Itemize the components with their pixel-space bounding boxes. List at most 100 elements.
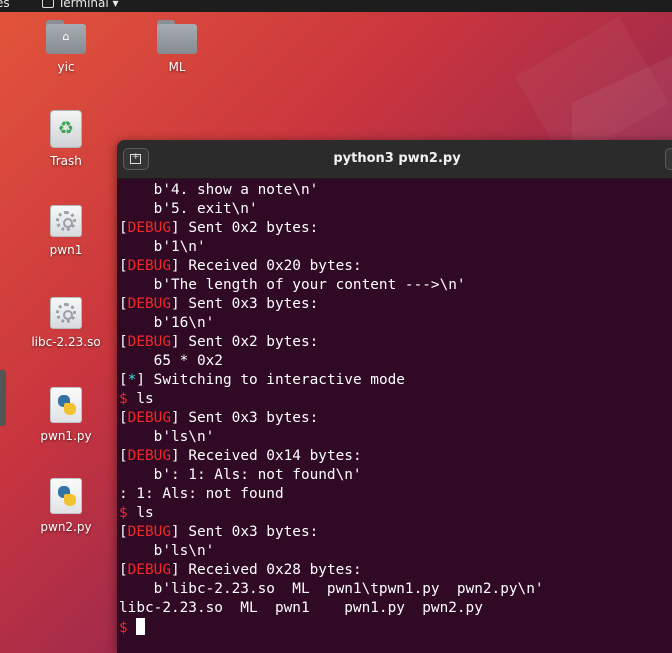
debug-tag: DEBUG — [127, 448, 171, 464]
desktop-icon-label: pwn1 — [49, 243, 83, 257]
line-text: Received 0x28 bytes: — [179, 562, 362, 578]
bracket: ] — [171, 296, 180, 312]
line-text: : 1: Als: not found — [119, 486, 284, 502]
terminal-line: [*] Switching to interactive mode — [119, 372, 405, 388]
terminal-line: libc-2.23.so ML pwn1 pwn1.py pwn2.py — [119, 599, 672, 618]
shell-prompt: $ — [119, 391, 128, 407]
line-text: 65 * 0x2 — [119, 353, 223, 369]
trash-icon: ♻ — [50, 110, 82, 148]
line-text: b'5. exit\n' — [119, 201, 258, 217]
python-file-icon — [50, 387, 82, 423]
line-text: ls — [127, 391, 154, 407]
shell-prompt: $ — [119, 505, 128, 521]
bracket: ] — [171, 448, 180, 464]
terminal-line: b'libc-2.23.so ML pwn1\tpwn1.py pwn2.py\… — [119, 580, 672, 599]
debug-tag: DEBUG — [127, 296, 171, 312]
desktop-icon-trash[interactable]: ♻ Trash — [21, 110, 111, 168]
bracket: ] — [171, 334, 180, 350]
debug-tag: DEBUG — [127, 258, 171, 274]
terminal-line: [DEBUG] Sent 0x2 bytes: — [119, 333, 672, 352]
debug-tag: DEBUG — [127, 334, 171, 350]
terminal-line: [DEBUG] Received 0x28 bytes: — [119, 561, 672, 580]
desktop-icon-libc[interactable]: libc-2.23.so — [21, 297, 111, 349]
line-text: b'1\n' — [119, 239, 206, 255]
line-text: Sent 0x3 bytes: — [179, 524, 319, 540]
line-text: ls — [127, 505, 154, 521]
folder-icon — [157, 20, 197, 54]
activities-button[interactable]: es — [0, 0, 10, 9]
line-text: Sent 0x3 bytes: — [179, 410, 319, 426]
terminal-header[interactable]: python3 pwn2.py — [117, 140, 672, 179]
app-menu-label: Terminal ▾ — [58, 0, 119, 10]
bracket: [ — [119, 220, 128, 236]
input-line[interactable]: $ — [119, 618, 672, 637]
line-text: b'16\n' — [119, 315, 215, 331]
terminal-line: [DEBUG] Sent 0x3 bytes: — [119, 523, 672, 542]
desktop-icon-pwn2-py[interactable]: pwn2.py — [21, 478, 111, 534]
debug-tag: DEBUG — [127, 524, 171, 540]
search-icon[interactable] — [665, 148, 672, 170]
bracket: ] — [171, 258, 180, 274]
line-text: b'4. show a note\n' — [119, 182, 319, 198]
app-menu[interactable]: Terminal ▾ — [42, 0, 119, 9]
bracket: [ — [119, 448, 128, 464]
terminal-title: python3 pwn2.py — [333, 151, 461, 166]
terminal-line: b'4. show a note\n' — [119, 181, 672, 200]
desktop-icon-yic[interactable]: ⌂ yic — [21, 20, 111, 74]
desktop-icon-pwn1-py[interactable]: pwn1.py — [21, 387, 111, 443]
bracket: ] — [171, 220, 180, 236]
terminal-line: b': 1: Als: not found\n' — [119, 466, 672, 485]
terminal-line: b'ls\n' — [119, 428, 672, 447]
terminal-line: [DEBUG] Received 0x14 bytes: — [119, 447, 672, 466]
debug-tag: DEBUG — [127, 410, 171, 426]
line-text: b'The length of your content --->\n' — [119, 277, 466, 293]
desktop-icon-label: pwn1.py — [40, 429, 92, 443]
terminal-line: : 1: Als: not found — [119, 485, 672, 504]
bracket: [ — [119, 524, 128, 540]
terminal-line: b'1\n' — [119, 238, 672, 257]
shell-prompt: $ — [119, 620, 128, 636]
bracket: ] — [171, 562, 180, 578]
bracket: ] — [171, 524, 180, 540]
terminal-line: $ ls — [119, 504, 672, 523]
bracket: ] — [171, 410, 180, 426]
desktop-icon-label: pwn2.py — [40, 520, 92, 534]
terminal-line: [DEBUG] Received 0x20 bytes: — [119, 257, 672, 276]
line-text: libc-2.23.so ML pwn1 pwn1.py pwn2.py — [119, 600, 483, 616]
python-file-icon — [50, 478, 82, 514]
dock-edge[interactable] — [0, 370, 6, 426]
desktop-icon-label: libc-2.23.so — [31, 335, 101, 349]
bracket: [ — [119, 258, 128, 274]
line-text: Sent 0x3 bytes: — [179, 296, 319, 312]
terminal-line: b'16\n' — [119, 314, 672, 333]
line-text: Sent 0x2 bytes: — [179, 220, 319, 236]
terminal-line: b'5. exit\n' — [119, 200, 672, 219]
terminal-line: b'The length of your content --->\n' — [119, 276, 672, 295]
desktop-icon-pwn1[interactable]: pwn1 — [21, 205, 111, 257]
terminal-line: 65 * 0x2 — [119, 352, 672, 371]
line-text: b'ls\n' — [119, 429, 215, 445]
debug-tag: DEBUG — [127, 562, 171, 578]
line-text: Received 0x14 bytes: — [179, 448, 362, 464]
library-icon — [50, 297, 82, 329]
bracket: [ — [119, 410, 128, 426]
terminal-line: [DEBUG] Sent 0x2 bytes: — [119, 219, 672, 238]
terminal-output[interactable]: b'4. show a note\n' b'5. exit\n' [DEBUG] … — [117, 179, 672, 637]
debug-tag: DEBUG — [127, 220, 171, 236]
desktop-icon-label: ML — [168, 60, 186, 74]
line-text: b'libc-2.23.so ML pwn1\tpwn1.py pwn2.py\… — [119, 581, 544, 597]
bracket: [ — [119, 296, 128, 312]
home-folder-icon: ⌂ — [46, 20, 86, 54]
bracket: [ — [119, 562, 128, 578]
text-cursor — [136, 618, 146, 635]
terminal-window[interactable]: python3 pwn2.py b'4. show a note\n' b'5.… — [117, 140, 672, 653]
terminal-line: $ ls — [119, 390, 672, 409]
desktop-icon-ml[interactable]: ML — [132, 20, 222, 74]
line-text: b': 1: Als: not found\n' — [119, 467, 362, 483]
terminal-line: b'ls\n' — [119, 542, 672, 561]
terminal-line: [DEBUG] Sent 0x3 bytes: — [119, 295, 672, 314]
terminal-icon — [42, 0, 54, 8]
line-text: Sent 0x2 bytes: — [179, 334, 319, 350]
desktop-icon-label: yic — [57, 60, 75, 74]
top-bar: es Terminal ▾ — [0, 0, 672, 12]
